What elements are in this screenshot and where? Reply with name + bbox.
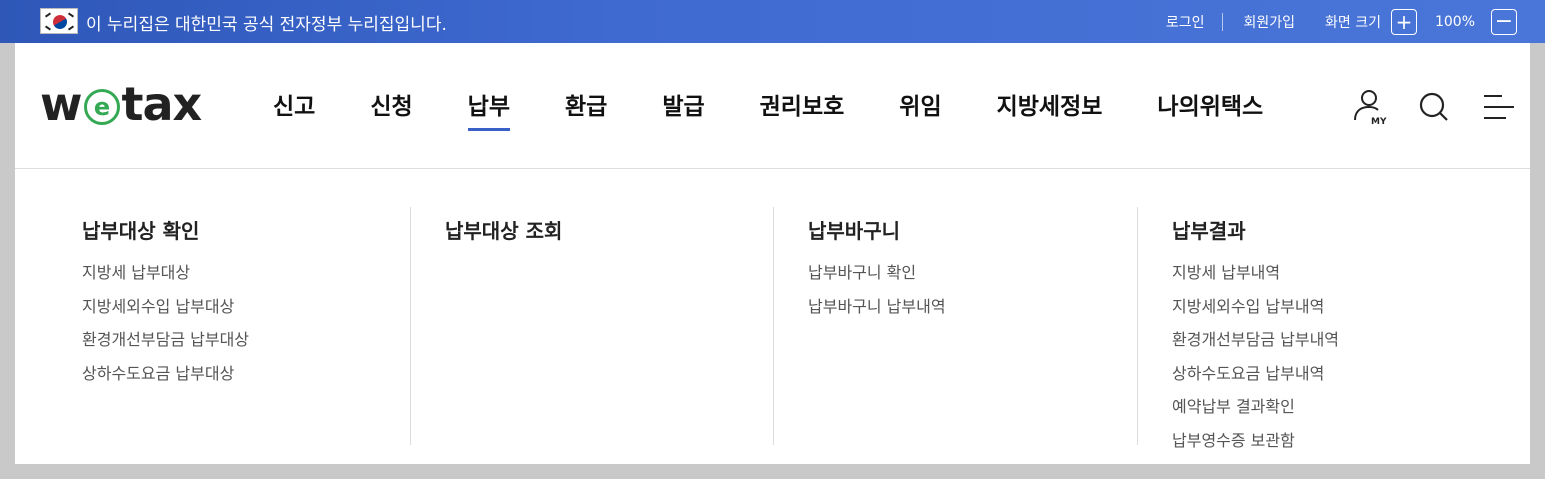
divider [1222,13,1224,31]
menu-link[interactable]: 상하수도요금 납부대상 [82,357,249,391]
login-link[interactable]: 로그인 [1166,12,1205,32]
menu-link[interactable]: 지방세 납부대상 [82,256,249,290]
menu-link[interactable]: 예약납부 결과확인 [1172,390,1339,424]
zoom-out-button[interactable]: − [1491,9,1517,35]
nav-item-refund[interactable]: 환급 [565,87,607,131]
menu-link[interactable]: 납부바구니 납부내역 [808,290,946,324]
svg-text:MY: MY [1371,117,1387,127]
menu-link[interactable]: 환경개선부담금 납부대상 [82,323,249,357]
menu-link[interactable]: 납부영수증 보관함 [1172,424,1339,458]
nav-item-report[interactable]: 신고 [273,87,315,131]
nav-item-delegation[interactable]: 위임 [899,87,941,131]
payment-mega-menu: 납부대상 확인 지방세 납부대상 지방세외수입 납부대상 환경개선부담금 납부대… [15,169,1530,464]
gov-banner-text: 이 누리집은 대한민국 공식 전자정부 누리집입니다. [86,15,447,35]
zoom-level: 100% [1434,14,1475,30]
signup-link[interactable]: 회원가입 [1243,12,1295,32]
column-divider [410,207,411,445]
menu-link[interactable]: 납부바구니 확인 [808,256,946,290]
menu-column-payment-results: 납부결과 지방세 납부내역 지방세외수입 납부내역 환경개선부담금 납부내역 상… [1172,207,1339,450]
nav-item-apply[interactable]: 신청 [370,87,412,131]
main-nav: 신고 신청 납부 환급 발급 권리보호 위임 지방세정보 나의위택스 [273,87,1318,131]
my-page-icon[interactable]: MY [1350,87,1390,127]
nav-item-payment[interactable]: 납부 [467,87,511,131]
nav-item-rights[interactable]: 권리보호 [760,87,845,131]
menu-link[interactable]: 지방세외수입 납부대상 [82,290,249,324]
site-header: w e tax 신고 신청 납부 환급 발급 권리보호 위임 지방세정보 나의위택스… [15,43,1530,169]
column-divider [773,207,774,445]
korea-flag-icon [40,8,78,34]
menu-column-title[interactable]: 납부결과 [1172,215,1339,244]
hamburger-menu-icon[interactable] [1480,87,1520,127]
menu-column-payment-basket: 납부바구니 납부바구니 확인 납부바구니 납부내역 [808,207,946,445]
gov-utility-links: 로그인 회원가입 화면 크기 + 100% − [1146,8,1517,36]
menu-column-payment-inquiry: 납부대상 조회 [445,207,562,445]
menu-column-title[interactable]: 납부대상 확인 [82,215,249,244]
menu-link[interactable]: 상하수도요금 납부내역 [1172,357,1339,391]
nav-item-local-tax-info[interactable]: 지방세정보 [997,87,1103,131]
menu-link[interactable]: 지방세외수입 납부내역 [1172,290,1339,324]
screen-size-label: 화면 크기 [1324,15,1381,31]
menu-link[interactable]: 지방세 납부내역 [1172,256,1339,290]
nav-item-my-wetax[interactable]: 나의위택스 [1157,87,1263,131]
page-panel: w e tax 신고 신청 납부 환급 발급 권리보호 위임 지방세정보 나의위택스… [15,43,1530,464]
menu-link[interactable]: 환경개선부담금 납부내역 [1172,323,1339,357]
zoom-in-button[interactable]: + [1390,9,1417,35]
search-icon[interactable] [1415,87,1455,127]
wetax-logo[interactable]: w e tax [40,77,202,131]
nav-item-issue[interactable]: 발급 [662,87,704,131]
menu-column-title[interactable]: 납부대상 조회 [445,215,562,244]
gov-banner: 이 누리집은 대한민국 공식 전자정부 누리집입니다. 로그인 회원가입 화면 … [0,0,1545,43]
menu-column-title[interactable]: 납부바구니 [808,215,946,244]
menu-column-payment-check: 납부대상 확인 지방세 납부대상 지방세외수입 납부대상 환경개선부담금 납부대… [82,207,249,445]
column-divider [1137,207,1138,445]
